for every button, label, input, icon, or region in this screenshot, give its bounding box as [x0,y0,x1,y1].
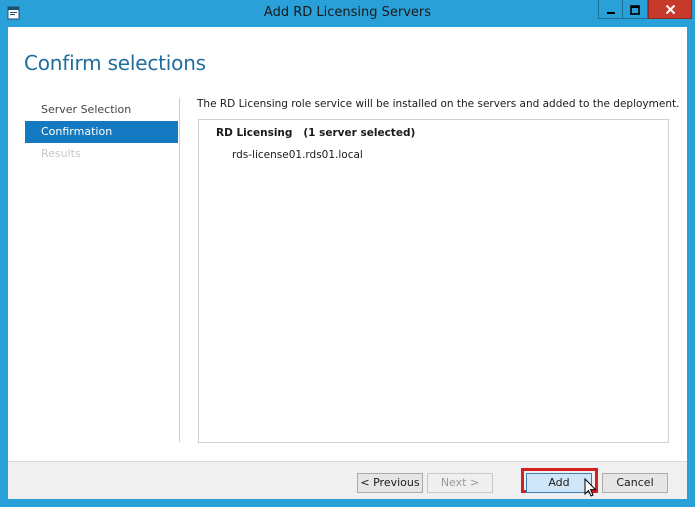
confirmation-description: The RD Licensing role service will be in… [197,98,680,110]
window-title: Add RD Licensing Servers [263,5,432,20]
nav-item-server-selection[interactable]: Server Selection [25,99,178,121]
title-bar[interactable]: Add RD Licensing Servers [0,0,695,27]
nav-item-confirmation[interactable]: Confirmation [25,121,178,143]
dialog-body: Confirm selections Server Selection Conf… [8,27,687,499]
next-button: Next > [427,473,493,493]
role-service-header: RD Licensing (1 server selected) [216,127,416,139]
maximize-button[interactable] [623,0,648,19]
selection-summary-panel: RD Licensing (1 server selected) rds-lic… [198,119,669,443]
wizard-navigation: Server Selection Confirmation Results [25,99,178,165]
navigation-divider [179,98,180,442]
minimize-icon [606,0,616,19]
dialog-window: Add RD Licensing Servers Confirm selecti… [0,0,695,507]
add-button[interactable]: Add [526,473,592,493]
button-bar: < Previous Next > Add Cancel [8,461,687,499]
minimize-button[interactable] [598,0,623,19]
close-icon [665,0,676,19]
nav-item-results: Results [41,147,81,160]
close-button[interactable] [648,0,692,19]
maximize-icon [630,0,640,19]
previous-button[interactable]: < Previous [357,473,423,493]
page-title: Confirm selections [24,51,206,75]
cancel-button[interactable]: Cancel [602,473,668,493]
server-list-item: rds-license01.rds01.local [232,149,363,161]
mouse-cursor-icon [584,477,598,498]
